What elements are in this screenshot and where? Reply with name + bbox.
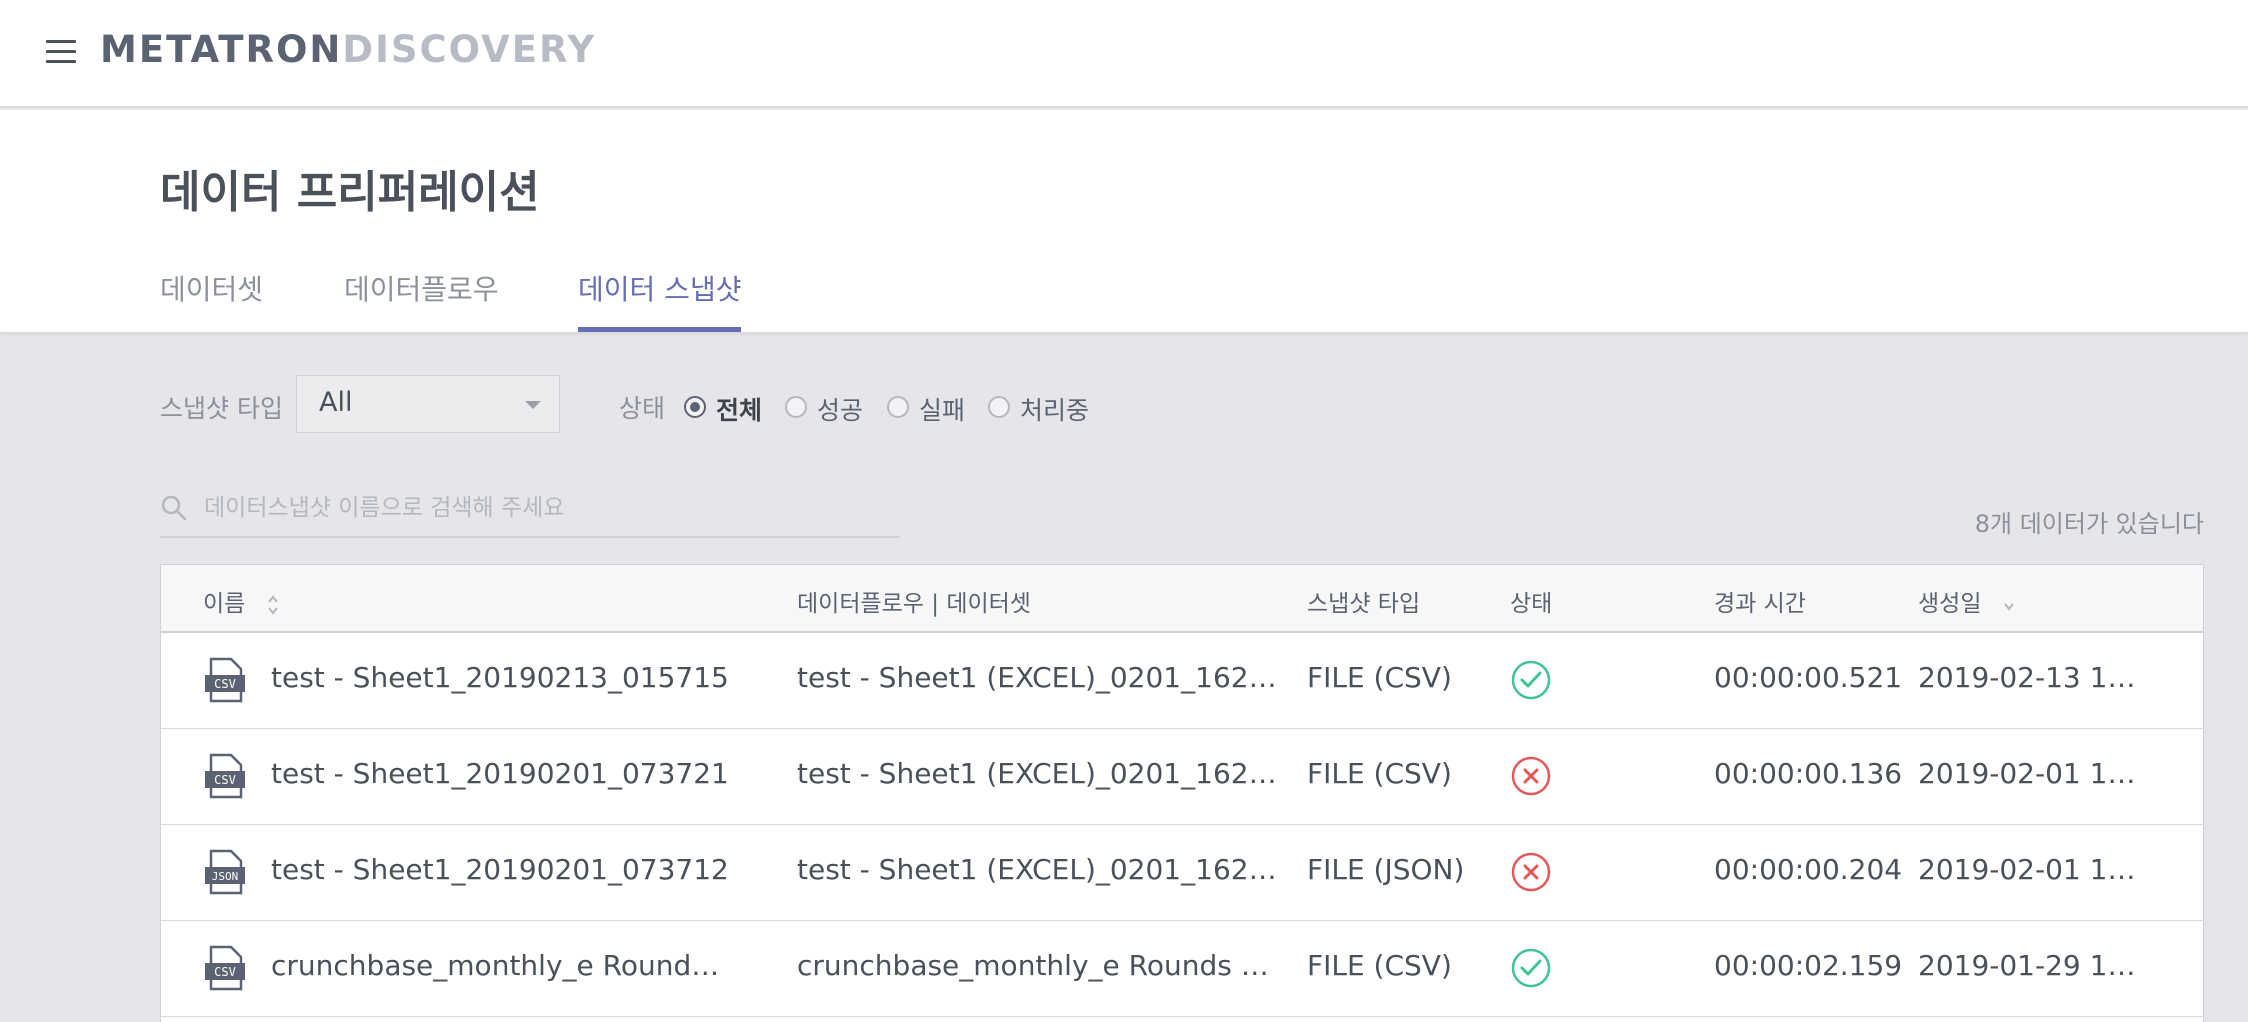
csv-file-icon: CSV <box>205 945 245 991</box>
radio-icon <box>988 396 1010 418</box>
column-header-label: 생성일 <box>1918 591 1982 617</box>
column-header-name[interactable]: 이름 <box>203 584 279 618</box>
search-icon <box>161 495 187 521</box>
fail-x-icon <box>1511 756 1551 796</box>
elapsed-time: 00:00:02.159 <box>1714 949 1903 982</box>
snapshot-flow: test - Sheet1 (EXCEL)_0201_1620 | t… <box>797 853 1277 886</box>
tab-data-snapshot[interactable]: 데이터 스냅샷 <box>578 268 742 332</box>
top-bar: METATRONDISCOVERY <box>0 0 2248 108</box>
created-date: 2019-02-01 16… <box>1918 853 2148 886</box>
chevron-down-icon <box>525 401 541 409</box>
snapshot-type: FILE (CSV) <box>1307 949 1452 982</box>
created-date: 2019-01-29 16… <box>1918 949 2148 982</box>
snapshot-type-value: All <box>319 387 353 418</box>
status-radio-label: 전체 <box>716 396 763 425</box>
column-header-type: 스냅샷 타입 <box>1307 591 1421 617</box>
snapshot-flow: test - Sheet1 (EXCEL)_0201_1620 | t… <box>797 757 1277 790</box>
success-check-icon <box>1511 948 1551 988</box>
success-check-icon <box>1511 660 1551 700</box>
file-type-label: CSV <box>214 773 236 787</box>
created-date: 2019-02-01 16… <box>1918 757 2148 790</box>
status-radio-label: 처리중 <box>1020 396 1090 425</box>
snapshot-name[interactable]: test - Sheet1_20190201_073721 <box>271 757 771 790</box>
snapshot-name[interactable]: test - Sheet1_20190201_073712 <box>271 853 771 886</box>
table-row[interactable]: CSV crunchbase_monthly_e Round… crunchba… <box>161 921 2203 1017</box>
radio-icon <box>684 396 706 418</box>
search-box <box>160 484 900 538</box>
brand-sub: DISCOVERY <box>342 28 597 71</box>
result-count: 8개 데이터가 있습니다 <box>1974 510 2204 538</box>
brand-main: METATRON <box>100 28 343 71</box>
snapshot-type: FILE (JSON) <box>1307 853 1465 886</box>
sort-icon[interactable] <box>267 594 279 616</box>
radio-icon <box>887 396 909 418</box>
table-row[interactable]: JSON test - Sheet1_20190201_073712 test … <box>161 825 2203 921</box>
snapshot-type-select[interactable]: All <box>296 375 560 433</box>
column-header-status: 상태 <box>1510 591 1553 617</box>
snapshot-table: 이름 데이터플로우 | 데이터셋 스냅샷 타입 상태 경과 시간 생성일 CSV… <box>160 564 2204 1022</box>
status-filter-label: 상태 <box>619 394 666 423</box>
search-input[interactable] <box>204 488 894 528</box>
snapshot-type: FILE (CSV) <box>1307 757 1452 790</box>
page-title: 데이터 프리퍼레이션 <box>160 167 540 218</box>
snapshot-type: FILE (CSV) <box>1307 661 1452 694</box>
file-type-label: JSON <box>212 870 239 883</box>
file-type-label: CSV <box>214 677 236 691</box>
status-radio-label: 실패 <box>919 396 966 425</box>
elapsed-time: 00:00:00.204 <box>1714 853 1903 886</box>
elapsed-time: 00:00:00.521 <box>1714 661 1903 694</box>
column-header-flow: 데이터플로우 | 데이터셋 <box>797 591 1031 617</box>
snapshot-flow: crunchbase_monthly_e Rounds (EX… <box>797 949 1277 982</box>
csv-file-icon: CSV <box>205 753 245 799</box>
column-header-label: 이름 <box>203 591 246 617</box>
elapsed-time: 00:00:00.136 <box>1714 757 1903 790</box>
table-row[interactable]: CSV test - Sheet1_20190201_073721 test -… <box>161 729 2203 825</box>
snapshot-flow: test - Sheet1 (EXCEL)_0201_1620 | t… <box>797 661 1277 694</box>
table-row[interactable]: CSV test - Sheet1_20190213_015715 test -… <box>161 633 2203 729</box>
radio-icon <box>785 396 807 418</box>
file-type-label: CSV <box>214 965 236 979</box>
json-file-icon: JSON <box>205 849 245 895</box>
tab-dataset[interactable]: 데이터셋 <box>160 268 263 332</box>
snapshot-name[interactable]: crunchbase_monthly_e Round… <box>271 949 771 982</box>
created-date: 2019-02-13 10… <box>1918 661 2148 694</box>
column-header-created[interactable]: 생성일 <box>1918 584 2015 618</box>
table-header: 이름 데이터플로우 | 데이터셋 스냅샷 타입 상태 경과 시간 생성일 <box>161 565 2203 633</box>
status-radio-label: 성공 <box>817 396 864 425</box>
snapshot-name[interactable]: test - Sheet1_20190213_015715 <box>271 661 771 694</box>
snapshot-type-label: 스냅샷 타입 <box>160 394 283 423</box>
menu-icon[interactable] <box>44 38 80 66</box>
csv-file-icon: CSV <box>205 657 245 703</box>
tab-dataflow[interactable]: 데이터플로우 <box>344 268 499 332</box>
page-header: 데이터 프리퍼레이션 데이터셋 데이터플로우 데이터 스냅샷 <box>0 110 2248 332</box>
app-logo[interactable]: METATRONDISCOVERY <box>100 28 596 71</box>
sort-down-icon[interactable] <box>2003 594 2015 616</box>
column-header-elapsed: 경과 시간 <box>1714 591 1806 617</box>
fail-x-icon <box>1511 852 1551 892</box>
